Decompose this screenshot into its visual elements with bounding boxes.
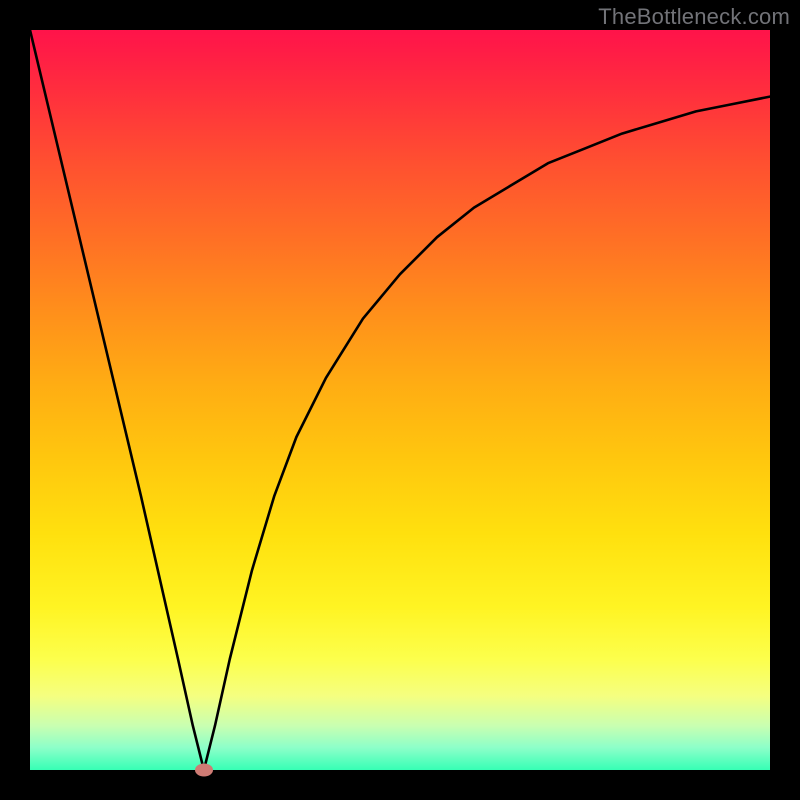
chart-frame: TheBottleneck.com <box>0 0 800 800</box>
curve-svg <box>30 30 770 770</box>
watermark-text: TheBottleneck.com <box>598 4 790 30</box>
plot-area <box>30 30 770 770</box>
bottleneck-curve <box>30 30 770 770</box>
minimum-marker <box>195 764 213 777</box>
